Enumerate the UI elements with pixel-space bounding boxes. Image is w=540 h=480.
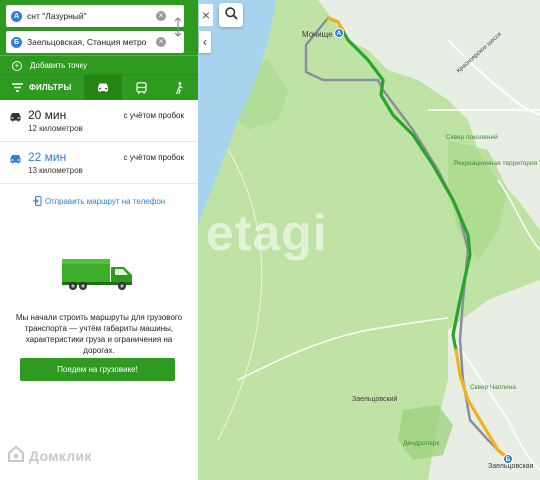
- filters-button[interactable]: ФИЛЬТРЫ: [0, 75, 84, 100]
- mode-walk-tab[interactable]: [160, 75, 198, 100]
- mode-car-tab[interactable]: [84, 75, 123, 100]
- route-panel: А снт "Лазурный" × Б Заельцовская, Станц…: [0, 0, 198, 480]
- send-to-phone-label: Отправить маршрут на телефон: [44, 197, 166, 207]
- route-option-2[interactable]: 22 мин 13 километров с учётом пробок: [0, 142, 198, 184]
- route-option-1[interactable]: 20 мин 12 километров с учётом пробок: [0, 100, 198, 142]
- route-time: 20 мин: [28, 108, 67, 122]
- car-icon: [96, 82, 110, 93]
- plus-icon: +: [12, 60, 22, 71]
- origin-input-value[interactable]: снт "Лазурный": [27, 11, 156, 21]
- clear-icon[interactable]: ×: [156, 11, 166, 21]
- destination-badge-icon: Б: [11, 36, 22, 48]
- origin-field[interactable]: А снт "Лазурный" ×: [6, 5, 184, 27]
- swap-icon[interactable]: [172, 16, 184, 38]
- add-point-button[interactable]: + Добавить точку: [0, 55, 198, 75]
- walk-icon: [175, 81, 184, 94]
- car-icon: [9, 154, 22, 167]
- clear-icon[interactable]: ×: [156, 37, 166, 47]
- chevron-left-icon[interactable]: ‹: [199, 31, 211, 53]
- urban-area-north: [318, 0, 540, 230]
- bus-icon: [135, 81, 147, 94]
- car-icon: [9, 112, 22, 125]
- route-distance: 12 километров: [28, 124, 83, 133]
- filters-label: ФИЛЬТРЫ: [29, 83, 72, 92]
- start-pin-icon[interactable]: А: [334, 28, 344, 38]
- search-button[interactable]: [219, 3, 243, 27]
- route-list: 20 мин 12 километров с учётом пробок 22 …: [0, 100, 198, 184]
- route-form: А снт "Лазурный" × Б Заельцовская, Станц…: [0, 0, 198, 74]
- brand-name: Домклик: [29, 447, 92, 464]
- destination-input-value[interactable]: Заельцовская, Станция метро: [27, 37, 156, 47]
- filter-icon: [12, 83, 23, 92]
- route-traffic-note: с учётом пробок: [123, 111, 184, 120]
- road: [237, 317, 449, 381]
- map-label-territory: Рекреационная территория "Стрижи": [454, 160, 540, 167]
- map-label-square: Сквер Чаплина: [469, 384, 517, 391]
- mode-transit-tab[interactable]: [122, 75, 160, 100]
- watermark: etagi: [206, 205, 328, 261]
- route-time: 22 мин: [28, 150, 67, 164]
- map-label-start-place: Мочище: [302, 30, 333, 39]
- brand-logo: Домклик: [8, 445, 92, 465]
- search-icon: [224, 7, 238, 23]
- road: [217, 149, 263, 441]
- domclick-logo-icon: [8, 445, 24, 465]
- send-to-phone-link[interactable]: Отправить маршрут на телефон: [0, 196, 198, 208]
- mode-bar: ФИЛЬТРЫ: [0, 74, 198, 100]
- map-label-dendro: Дендропарк: [403, 440, 440, 447]
- map-label-end-place: Заельцовская: [488, 463, 534, 470]
- truck-promo-text: Мы начали строить маршруты для грузового…: [15, 313, 183, 355]
- map-label-district: Заельцовский: [352, 396, 398, 403]
- truck-icon: [62, 255, 136, 291]
- route-distance: 13 километров: [28, 166, 83, 175]
- map-label-park: Сквер поколений: [446, 134, 498, 141]
- origin-badge-icon: А: [11, 10, 22, 22]
- add-point-label: Добавить точку: [30, 61, 88, 70]
- close-icon[interactable]: ×: [199, 4, 213, 26]
- send-phone-icon: [32, 196, 42, 208]
- route-traffic-note: с учётом пробок: [123, 153, 184, 162]
- map-canvas[interactable]: etagi Мочище Красноярское шоссе Сквер по…: [198, 0, 540, 480]
- truck-route-button[interactable]: Поедем на грузовике!: [20, 358, 175, 381]
- destination-field[interactable]: Б Заельцовская, Станция метро ×: [6, 31, 184, 53]
- end-pin-icon[interactable]: Б: [503, 454, 513, 464]
